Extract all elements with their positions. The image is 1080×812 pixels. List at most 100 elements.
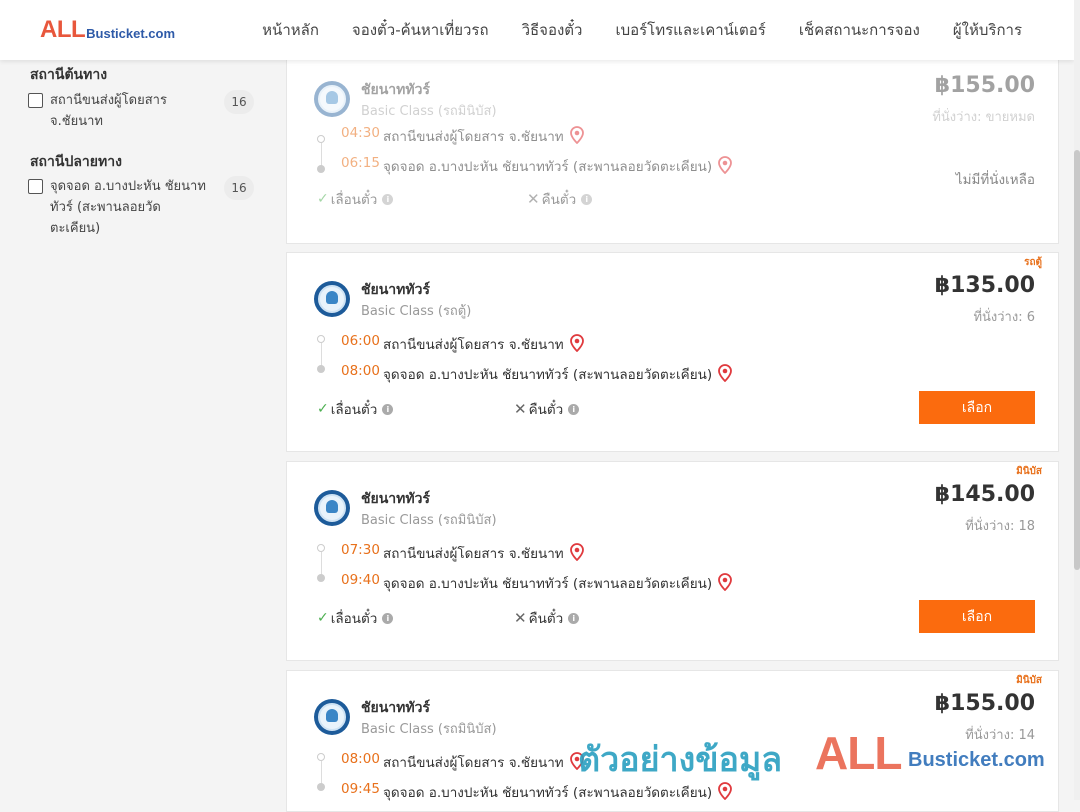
arrival-place: จุดจอด อ.บางปะหัน ชัยนาททัวร์ (สะพานลอยว… (383, 155, 733, 178)
nav-home[interactable]: หน้าหลัก (262, 18, 319, 42)
check-icon: ✓ (317, 191, 329, 207)
logo-all-text: ALL (40, 16, 86, 43)
site-logo[interactable]: ALL Busticket.com (40, 18, 175, 42)
departure-dot (317, 544, 325, 552)
nav-book-search[interactable]: จองตั๋ว-ค้นหาเที่ยวรถ (352, 18, 489, 42)
origin-filter-option[interactable]: สถานีขนส่งผู้โดยสาร จ.ชัยนาท 16 (28, 90, 256, 132)
refund-label: คืนตั๋ว (528, 611, 564, 627)
departure-place-label: สถานีขนส่งผู้โดยสาร จ.ชัยนาท (383, 337, 564, 353)
departure-dot (317, 753, 325, 761)
arrival-dot (317, 783, 325, 791)
destination-filter-title: สถานีปลายทาง (30, 154, 122, 170)
map-pin-icon[interactable] (718, 782, 733, 804)
departure-time: 06:00 (341, 333, 380, 349)
operator-logo (314, 490, 350, 526)
vehicle-type-badge: รถตู้ (1024, 257, 1042, 268)
nav-phone-counters[interactable]: เบอร์โทรและเคาน์เตอร์ (615, 18, 765, 42)
arrival-place: จุดจอด อ.บางปะหัน ชัยนาททัวร์ (สะพานลอยว… (383, 781, 733, 804)
operator-name: ชัยนาททัวร์ (361, 82, 430, 98)
map-pin-icon[interactable] (569, 334, 584, 356)
arrival-place-label: จุดจอด อ.บางปะหัน ชัยนาททัวร์ (สะพานลอยว… (383, 785, 713, 801)
info-icon[interactable]: i (382, 193, 394, 205)
departure-dot (317, 135, 325, 143)
main-nav: หน้าหลัก จองตั๋ว-ค้นหาเที่ยวรถ วิธีจองตั… (262, 0, 1022, 60)
reschedule-label: เลื่อนตั๋ว (330, 402, 378, 418)
seats-available: ที่นั่งว่าง: 18 (965, 519, 1035, 534)
operator-name: ชัยนาททัวร์ (361, 700, 430, 716)
top-header: ALL Busticket.com หน้าหลัก จองตั๋ว-ค้นหา… (0, 0, 1074, 60)
page-scrollbar[interactable] (1074, 0, 1080, 800)
cross-icon: ✕ (527, 190, 540, 208)
departure-time: 04:30 (341, 125, 380, 141)
reschedule-feature: ✓ เลื่อนตั๋ว i (317, 188, 394, 210)
map-pin-icon[interactable] (569, 543, 584, 565)
route-line (321, 761, 322, 785)
departure-place: สถานีขนส่งผู้โดยสาร จ.ชัยนาท (383, 125, 584, 148)
operator-logo (314, 281, 350, 317)
reschedule-feature: ✓ เลื่อนตั๋ว i (317, 607, 394, 629)
refund-label: คืนตั๋ว (541, 192, 577, 208)
operator-name: ชัยนาททัวร์ (361, 282, 430, 298)
arrival-dot (317, 165, 325, 173)
info-icon[interactable]: i (382, 403, 394, 415)
trip-card: ชัยนาททัวร์ Basic Class (รถมินิบัส) ฿155… (286, 52, 1059, 244)
map-pin-icon[interactable] (718, 156, 733, 178)
bus-class: Basic Class (รถมินิบัส) (361, 513, 497, 528)
map-pin-icon[interactable] (569, 752, 584, 774)
route-line (321, 343, 322, 367)
reschedule-label: เลื่อนตั๋ว (330, 192, 378, 208)
info-icon[interactable]: i (568, 403, 580, 415)
reschedule-label: เลื่อนตั๋ว (330, 611, 378, 627)
arrival-place-label: จุดจอด อ.บางปะหัน ชัยนาททัวร์ (สะพานลอยว… (383, 159, 713, 175)
departure-dot (317, 335, 325, 343)
origin-filter-title: สถานีต้นทาง (30, 67, 108, 83)
map-pin-icon[interactable] (718, 573, 733, 595)
reschedule-feature: ✓ เลื่อนตั๋ว i (317, 398, 394, 420)
departure-place-label: สถานีขนส่งผู้โดยสาร จ.ชัยนาท (383, 755, 564, 771)
select-trip-button[interactable]: เลือก (919, 600, 1035, 633)
select-trip-button[interactable]: เลือก (919, 391, 1035, 424)
seats-available: ที่นั่งว่าง: ขายหมด (932, 110, 1035, 125)
operator-name: ชัยนาททัวร์ (361, 491, 430, 507)
destination-filter-checkbox[interactable] (28, 179, 43, 194)
departure-place-label: สถานีขนส่งผู้โดยสาร จ.ชัยนาท (383, 546, 564, 562)
origin-filter-checkbox[interactable] (28, 93, 43, 108)
info-icon[interactable]: i (568, 612, 580, 624)
departure-place-label: สถานีขนส่งผู้โดยสาร จ.ชัยนาท (383, 129, 564, 145)
check-icon: ✓ (317, 610, 329, 626)
refund-feature: ✕ คืนตั๋ว i (514, 607, 580, 629)
operator-logo (314, 699, 350, 735)
departure-place: สถานีขนส่งผู้โดยสาร จ.ชัยนาท (383, 542, 584, 565)
origin-filter-count: 16 (224, 90, 254, 114)
seats-available: ที่นั่งว่าง: 6 (973, 310, 1035, 325)
destination-filter-label: จุดจอด อ.บางปะหัน ชัยนาททัวร์ (สะพานลอยว… (50, 179, 206, 236)
map-pin-icon[interactable] (718, 364, 733, 386)
refund-feature: ✕ คืนตั๋ว i (514, 398, 580, 420)
map-pin-icon[interactable] (569, 126, 584, 148)
scrollbar-thumb[interactable] (1074, 150, 1080, 570)
arrival-place: จุดจอด อ.บางปะหัน ชัยนาททัวร์ (สะพานลอยว… (383, 363, 733, 386)
arrival-time: 09:40 (341, 572, 380, 588)
arrival-place-label: จุดจอด อ.บางปะหัน ชัยนาททัวร์ (สะพานลอยว… (383, 367, 713, 383)
trip-price: ฿135.00 (934, 273, 1035, 298)
logo-busticket-text: Busticket.com (86, 26, 176, 41)
nav-operators[interactable]: ผู้ให้บริการ (953, 18, 1022, 42)
cross-icon: ✕ (514, 609, 527, 627)
cross-icon: ✕ (514, 400, 527, 418)
bus-class: Basic Class (รถมินิบัส) (361, 104, 497, 119)
seats-available: ที่นั่งว่าง: 14 (965, 728, 1035, 743)
info-icon[interactable]: i (382, 612, 394, 624)
trip-price: ฿155.00 (934, 691, 1035, 716)
arrival-place-label: จุดจอด อ.บางปะหัน ชัยนาททัวร์ (สะพานลอยว… (383, 576, 713, 592)
arrival-dot (317, 365, 325, 373)
info-icon[interactable]: i (581, 193, 593, 205)
nav-check-booking[interactable]: เช็คสถานะการจอง (799, 18, 920, 42)
refund-label: คืนตั๋ว (528, 402, 564, 418)
nav-how-to-book[interactable]: วิธีจองตั๋ว (522, 18, 583, 42)
vehicle-type-badge: มินิบัส (1016, 675, 1042, 686)
trip-card: รถตู้ ชัยนาททัวร์ Basic Class (รถตู้) ฿1… (286, 252, 1059, 452)
destination-filter-option[interactable]: จุดจอด อ.บางปะหัน ชัยนาททัวร์ (สะพานลอยว… (28, 176, 256, 239)
operator-logo (314, 81, 350, 117)
departure-time: 08:00 (341, 751, 380, 767)
departure-place: สถานีขนส่งผู้โดยสาร จ.ชัยนาท (383, 751, 584, 774)
